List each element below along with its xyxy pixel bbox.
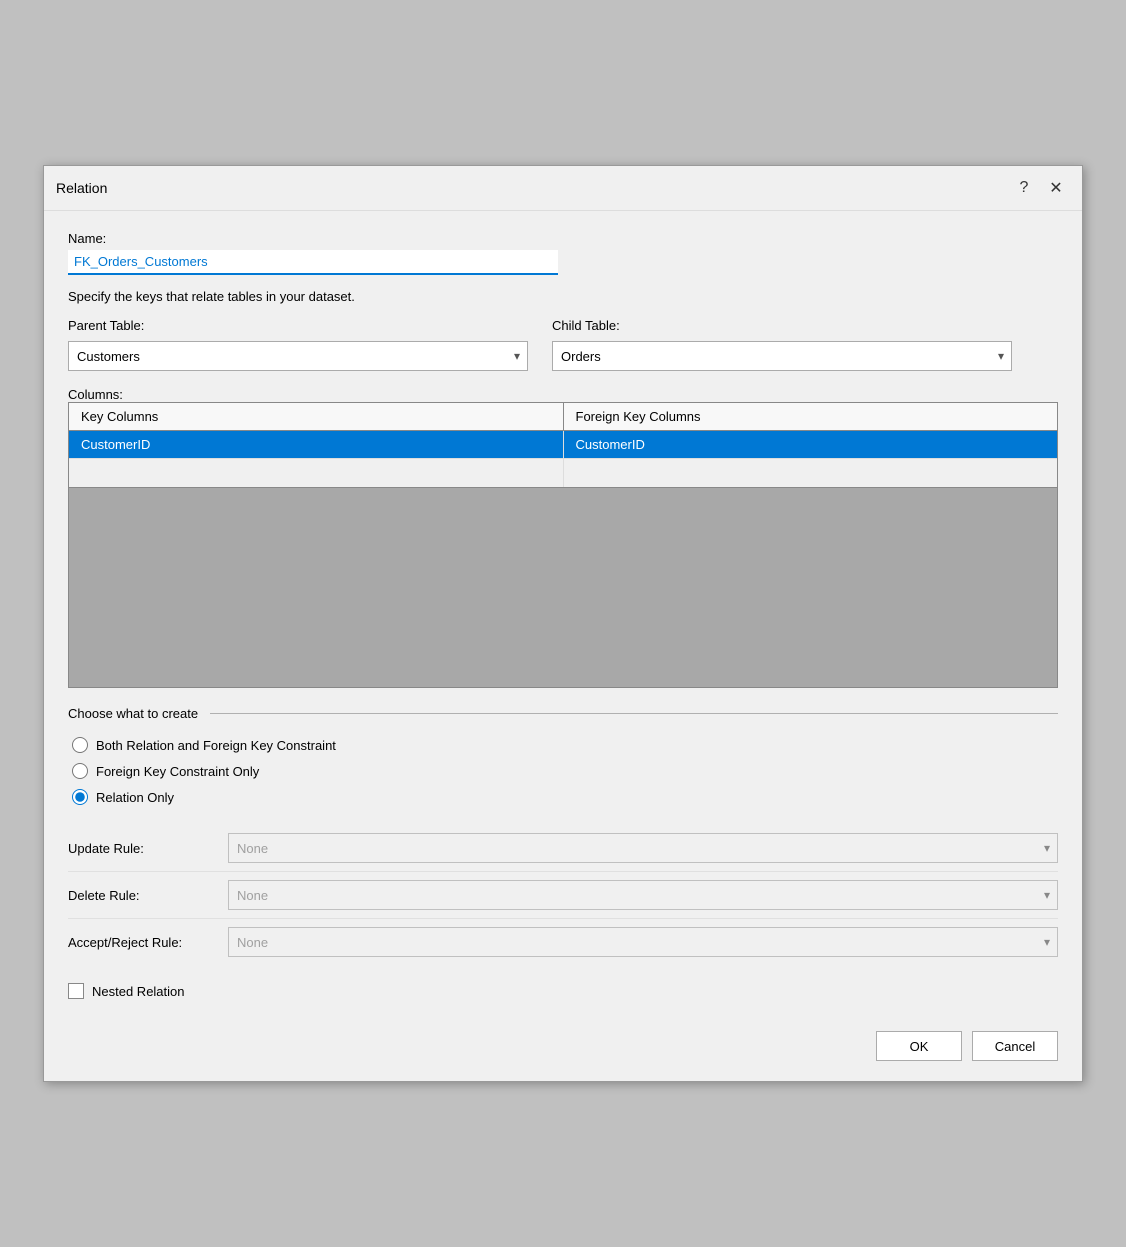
radio-group: Both Relation and Foreign Key Constraint…	[72, 737, 1058, 805]
accept-reject-rule-dropdown-wrapper: None	[228, 927, 1058, 957]
dialog-title: Relation	[56, 180, 107, 196]
name-input-wrapper	[68, 250, 558, 275]
choose-label: Choose what to create	[68, 706, 198, 721]
rules-section: Update Rule: None Delete Rule: None Acce…	[68, 825, 1058, 965]
description-text: Specify the keys that relate tables in y…	[68, 289, 1058, 304]
dialog-footer: OK Cancel	[44, 1019, 1082, 1081]
accept-reject-rule-select[interactable]: None	[228, 927, 1058, 957]
parent-table-group: Parent Table: Customers	[68, 318, 528, 371]
child-table-dropdown-wrapper: Orders	[552, 341, 1012, 371]
key-cell-1	[69, 459, 564, 487]
columns-header: Key Columns Foreign Key Columns	[69, 403, 1057, 431]
radio-fk[interactable]	[72, 763, 88, 779]
parent-table-select[interactable]: Customers	[68, 341, 528, 371]
radio-relation-item[interactable]: Relation Only	[72, 789, 1058, 805]
radio-both-item[interactable]: Both Relation and Foreign Key Constraint	[72, 737, 1058, 753]
radio-both-label: Both Relation and Foreign Key Constraint	[96, 738, 336, 753]
child-table-group: Child Table: Orders	[552, 318, 1012, 371]
update-rule-row: Update Rule: None	[68, 825, 1058, 872]
name-field-group: Name:	[68, 231, 1058, 275]
name-label: Name:	[68, 231, 1058, 246]
help-button[interactable]: ?	[1010, 174, 1038, 202]
foreign-cell-1	[564, 459, 1058, 487]
close-button[interactable]: ✕	[1042, 174, 1070, 202]
radio-relation[interactable]	[72, 789, 88, 805]
columns-body: CustomerID CustomerID	[69, 431, 1057, 487]
radio-relation-label: Relation Only	[96, 790, 174, 805]
nested-relation-row: Nested Relation	[68, 983, 1058, 999]
foreign-columns-header: Foreign Key Columns	[564, 403, 1058, 430]
name-input[interactable]	[68, 250, 558, 275]
delete-rule-row: Delete Rule: None	[68, 872, 1058, 919]
ok-button[interactable]: OK	[876, 1031, 962, 1061]
delete-rule-select[interactable]: None	[228, 880, 1058, 910]
radio-fk-label: Foreign Key Constraint Only	[96, 764, 259, 779]
delete-rule-label: Delete Rule:	[68, 888, 228, 903]
radio-fk-item[interactable]: Foreign Key Constraint Only	[72, 763, 1058, 779]
key-cell-0: CustomerID	[69, 431, 564, 458]
update-rule-dropdown-wrapper: None	[228, 833, 1058, 863]
columns-gray-area	[69, 487, 1057, 687]
title-bar-right: ? ✕	[1010, 174, 1070, 202]
columns-label: Columns:	[68, 387, 1058, 402]
choose-section-header: Choose what to create	[68, 706, 1058, 721]
columns-section: Columns: Key Columns Foreign Key Columns…	[68, 381, 1058, 688]
title-bar: Relation ? ✕	[44, 166, 1082, 211]
dialog-content: Name: Specify the keys that relate table…	[44, 211, 1082, 1019]
foreign-cell-0: CustomerID	[564, 431, 1058, 458]
table-row[interactable]: CustomerID CustomerID	[69, 431, 1057, 459]
accept-reject-rule-label: Accept/Reject Rule:	[68, 935, 228, 950]
delete-rule-dropdown-wrapper: None	[228, 880, 1058, 910]
update-rule-label: Update Rule:	[68, 841, 228, 856]
key-columns-header: Key Columns	[69, 403, 564, 430]
update-rule-select[interactable]: None	[228, 833, 1058, 863]
child-table-select[interactable]: Orders	[552, 341, 1012, 371]
child-table-label: Child Table:	[552, 318, 1012, 333]
cancel-button[interactable]: Cancel	[972, 1031, 1058, 1061]
nested-relation-label: Nested Relation	[92, 984, 185, 999]
table-row[interactable]	[69, 459, 1057, 487]
tables-row: Parent Table: Customers Child Table: Ord…	[68, 318, 1058, 371]
accept-reject-rule-row: Accept/Reject Rule: None	[68, 919, 1058, 965]
title-bar-left: Relation	[56, 180, 107, 196]
parent-table-label: Parent Table:	[68, 318, 528, 333]
radio-both[interactable]	[72, 737, 88, 753]
nested-relation-checkbox[interactable]	[68, 983, 84, 999]
columns-table: Key Columns Foreign Key Columns Customer…	[68, 402, 1058, 688]
divider-line	[210, 713, 1058, 714]
parent-table-dropdown-wrapper: Customers	[68, 341, 528, 371]
relation-dialog: Relation ? ✕ Name: Specify the keys that…	[43, 165, 1083, 1082]
